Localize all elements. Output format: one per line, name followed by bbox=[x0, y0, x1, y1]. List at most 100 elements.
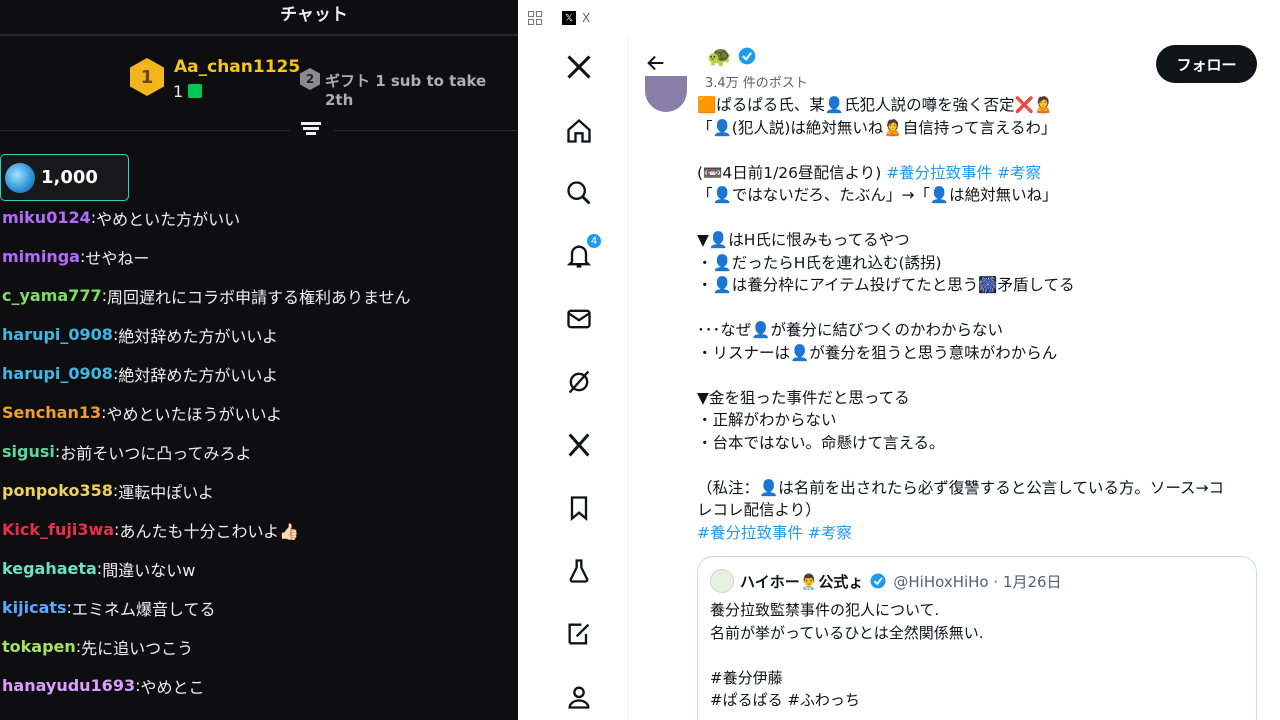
x-favicon-icon: 𝕏 bbox=[562, 11, 576, 25]
chat-username[interactable]: miminga bbox=[2, 247, 80, 266]
chat-message-text: エミネム爆音してる bbox=[71, 599, 216, 619]
tab-grid-icon[interactable] bbox=[528, 11, 542, 25]
post-text-line bbox=[697, 207, 1267, 230]
chat-message-text: 間違いないw bbox=[102, 560, 196, 580]
chat-username[interactable]: ponpoko358 bbox=[2, 481, 113, 500]
post-text: 🟧ぱるぱる氏、某👤氏犯人説の噂を強く否定❌🙎 「👤(犯人説)は絶対無いね🙎自信持っ… bbox=[697, 94, 1267, 544]
home-icon[interactable] bbox=[562, 114, 596, 148]
verified-badge-icon bbox=[737, 46, 757, 66]
x-premium-icon[interactable] bbox=[562, 428, 596, 462]
chat-username[interactable]: tokapen bbox=[2, 637, 76, 656]
post-text-line: ▼👤はH氏に恨みもってるやつ bbox=[697, 229, 1267, 252]
chat-message-text: あんたも十分こわいよ👍🏻 bbox=[119, 521, 300, 541]
chat-message: sigusi: お前そいつに凸ってみろよ bbox=[0, 432, 518, 471]
quoted-text-line: 名前が挙がっているひとは全然関係無い. bbox=[710, 623, 984, 642]
chat-header: チャット bbox=[0, 0, 518, 36]
x-logo-icon[interactable] bbox=[562, 50, 596, 84]
post-text-line: #養分拉致事件 #考察 bbox=[697, 522, 1267, 545]
chat-message: Senchan13: やめといたほうがいいよ bbox=[0, 393, 518, 432]
divider bbox=[0, 130, 290, 131]
post-text-segment: レコレ配信より） bbox=[697, 501, 821, 519]
post-text-line: (📼4日前1/26昼配信より) #養分拉致事件 #考察 bbox=[697, 162, 1267, 185]
quoted-post-text: 養分拉致監禁事件の犯人について. 名前が挙がっているひとは全然関係無い. #養分伊藤… bbox=[710, 599, 1244, 712]
post-text-segment: ・👤は養分枠にアイテム投げてたと思う🎆矛盾してる bbox=[697, 276, 1075, 294]
chat-username[interactable]: c_yama777 bbox=[2, 286, 102, 305]
messages-icon[interactable] bbox=[562, 302, 596, 336]
follow-button[interactable]: フォロー bbox=[1156, 45, 1257, 83]
browser-tab[interactable]: 𝕏 X bbox=[562, 11, 590, 25]
post-text-segment: 「👤ではないだろ、たぶん」→「👤は絶対無いね」 bbox=[697, 186, 1058, 204]
chat-username[interactable]: Senchan13 bbox=[2, 403, 101, 422]
chat-username[interactable]: harupi_0908 bbox=[2, 364, 113, 383]
post-text-segment: ▼金を狙った事件だと思ってる bbox=[697, 388, 910, 407]
chat-message-text: やめとこ bbox=[140, 677, 205, 697]
jobs-icon[interactable] bbox=[562, 554, 596, 588]
hashtag-link[interactable]: #養分拉致事件 #考察 bbox=[697, 524, 852, 542]
post-text-segment: （私注：👤は名前を出されたら必ず復讐すると公言している方。ソース→コ bbox=[697, 478, 1225, 497]
post-text-line: 🟧ぱるぱる氏、某👤氏犯人説の噂を強く否定❌🙎 bbox=[697, 94, 1267, 117]
post-text-line: ▼金を狙った事件だと思ってる bbox=[697, 387, 1267, 410]
chat-message: kegahaeta: 間違いないw bbox=[0, 549, 518, 588]
x-sidebar-nav: 4 bbox=[554, 36, 628, 720]
post-text-line: 「👤ではないだろ、たぶん」→「👤は絶対無いね」 bbox=[697, 184, 1267, 207]
chat-message-text: せやねー bbox=[85, 248, 150, 268]
notifications-icon[interactable]: 4 bbox=[562, 233, 602, 273]
chat-panel: チャット 1 Aa_chan1125 1 2 ギフト 1 sub to take… bbox=[0, 0, 518, 720]
chat-message-text: お前そいつに凸ってみろよ bbox=[60, 443, 252, 463]
back-arrow-icon[interactable] bbox=[645, 52, 667, 74]
coin-balance[interactable]: 1,000 bbox=[0, 154, 129, 201]
quoted-text-line: #ぱるぱる #ふわっち bbox=[710, 691, 860, 709]
gift-icon bbox=[188, 84, 202, 98]
chat-title: チャット bbox=[280, 4, 348, 25]
post-text-segment: ・正解がわからない bbox=[697, 411, 837, 429]
quoted-author-name[interactable]: ハイホー👨‍⚕️公式ょ bbox=[740, 571, 863, 592]
rank-1-username[interactable]: Aa_chan1125 bbox=[174, 57, 300, 77]
chat-message: ponpoko358: 運転中ぽいよ bbox=[0, 471, 518, 510]
chat-username[interactable]: miku0124 bbox=[2, 208, 91, 227]
tab-title: X bbox=[582, 11, 591, 25]
post-text-segment: ・👤だったらH氏を連れ込む(誘拐) bbox=[697, 253, 942, 272]
coin-value: 1,000 bbox=[41, 167, 98, 188]
post-text-line: ・台本ではない。命懸けて言える。 bbox=[697, 432, 1267, 455]
post-text-line: レコレ配信より） bbox=[697, 499, 1267, 522]
avatar[interactable] bbox=[645, 76, 687, 112]
grok-icon[interactable] bbox=[562, 365, 596, 399]
chat-message: harupi_0908: 絶対辞めた方がいいよ bbox=[0, 315, 518, 354]
gift-leaderboard: 1 Aa_chan1125 1 2 ギフト 1 sub to take 2th bbox=[0, 52, 518, 112]
search-icon[interactable] bbox=[562, 176, 596, 210]
quoted-avatar[interactable] bbox=[710, 569, 734, 593]
compose-icon[interactable] bbox=[562, 617, 596, 651]
post-text-line: ･･･なぜ👤が養分に結びつくのかわからない bbox=[697, 319, 1267, 342]
collapse-leaderboard-icon[interactable] bbox=[300, 120, 322, 142]
chat-message-text: やめといた方がいい bbox=[96, 209, 241, 229]
notification-count-badge: 4 bbox=[586, 233, 602, 249]
chat-username[interactable]: hanayudu1693 bbox=[2, 676, 135, 695]
chat-username[interactable]: kijicats bbox=[2, 598, 67, 617]
quoted-post-header: ハイホー👨‍⚕️公式ょ @HiHoxHiHo · 1月26日 bbox=[710, 569, 1244, 593]
post-text-segment: 「👤(犯人説)は絶対無いね🙎自信持って言えるわ」 bbox=[697, 118, 1057, 137]
chat-message-text: 先に追いつこう bbox=[81, 638, 194, 658]
chat-message-list[interactable]: miku0124: やめといた方がいい miminga: せやねー c_yama77… bbox=[0, 198, 518, 705]
quoted-handle-date: @HiHoxHiHo · 1月26日 bbox=[893, 572, 1062, 591]
chat-message: hanayudu1693: やめとこ bbox=[0, 666, 518, 705]
post-text-line: ・正解がわからない bbox=[697, 409, 1267, 432]
chat-username[interactable]: sigusi bbox=[2, 442, 55, 461]
post-text-line: （私注：👤は名前を出されたら必ず復讐すると公言している方。ソース→コ bbox=[697, 477, 1267, 500]
profile-icon[interactable] bbox=[562, 680, 596, 714]
post-text-segment: ・リスナーは👤が養分を狙うと思う意味がわからん bbox=[697, 343, 1058, 362]
chat-username[interactable]: Kick_fuji3wa bbox=[2, 520, 114, 539]
profile-name-emoji: 🐢 bbox=[707, 44, 732, 68]
post-count: 3.4万 件のポスト bbox=[705, 76, 808, 91]
hashtag-link[interactable]: #養分拉致事件 #考察 bbox=[886, 164, 1041, 182]
chat-username[interactable]: kegahaeta bbox=[2, 559, 97, 578]
bookmarks-icon[interactable] bbox=[562, 491, 596, 525]
post-text-segment: ・台本ではない。命懸けて言える。 bbox=[697, 433, 945, 452]
chat-username[interactable]: harupi_0908 bbox=[2, 325, 113, 344]
post-text-segment: (📼4日前1/26昼配信より) bbox=[697, 163, 887, 182]
quoted-post[interactable]: ハイホー👨‍⚕️公式ょ @HiHoxHiHo · 1月26日 養分拉致監禁事件の… bbox=[697, 556, 1257, 720]
coin-icon bbox=[5, 162, 35, 193]
verified-badge-icon bbox=[870, 573, 886, 589]
rank-1-badge: 1 bbox=[130, 58, 164, 96]
post-text-line bbox=[697, 454, 1267, 477]
chat-message-text: 絶対辞めた方がいいよ bbox=[118, 365, 279, 385]
